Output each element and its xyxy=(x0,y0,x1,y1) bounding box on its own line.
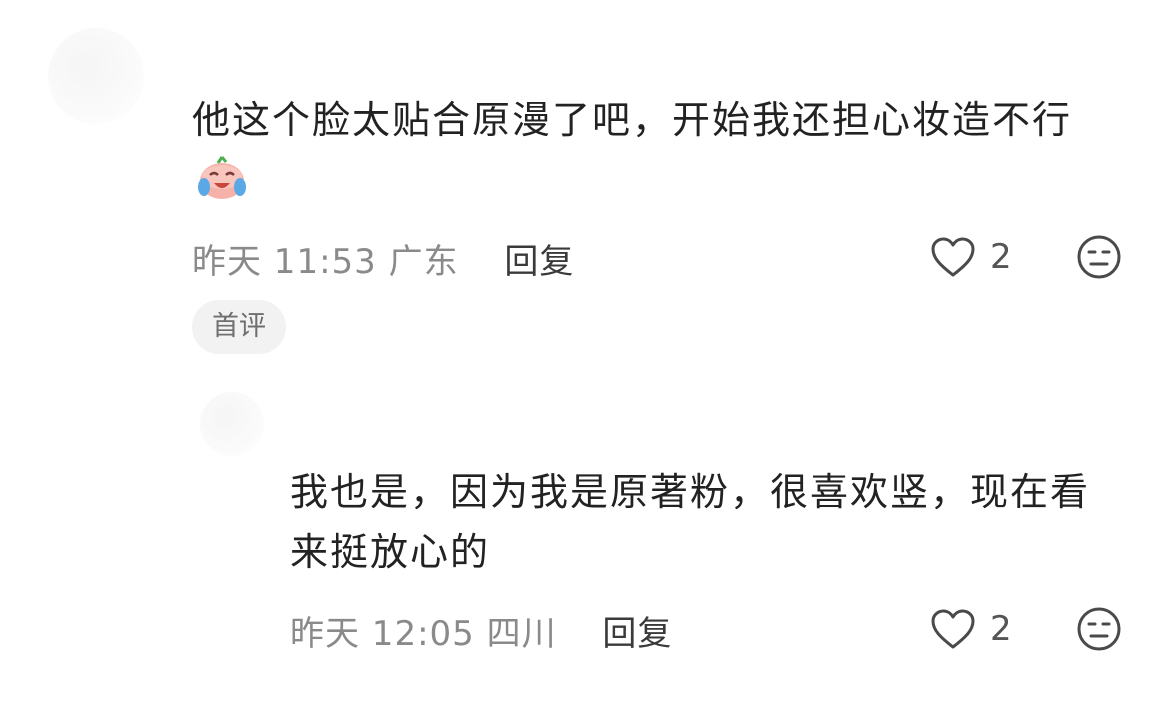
heart-outline-icon xyxy=(931,609,975,649)
avatar[interactable] xyxy=(48,28,144,124)
like-button[interactable]: 2 xyxy=(930,608,1012,650)
reply-button[interactable]: 回复 xyxy=(602,614,672,654)
reply-button[interactable]: 回复 xyxy=(504,242,574,282)
comment-time: 昨天 11:53 xyxy=(192,242,377,282)
dislike-button[interactable] xyxy=(1076,234,1122,280)
laughing-crying-emoji-icon xyxy=(196,153,248,201)
reply-text: 我也是，因为我是原著粉，很喜欢竖，现在看来挺放心的 xyxy=(290,470,1091,574)
heart-outline-icon xyxy=(931,237,975,277)
reply-meta: 昨天 12:05 四川 回复 xyxy=(290,606,672,655)
avatar[interactable] xyxy=(200,392,264,456)
unamused-face-icon xyxy=(1077,607,1121,651)
reply-location: 四川 xyxy=(486,614,557,654)
comment-body: 他这个脸太贴合原漫了吧，开始我还担心妆造不行 xyxy=(192,98,1073,142)
first-comment-badge: 首评 xyxy=(192,300,286,354)
comment-location: 广东 xyxy=(388,242,459,282)
comment-text: 他这个脸太贴合原漫了吧，开始我还担心妆造不行 xyxy=(192,90,1112,210)
like-count: 2 xyxy=(990,237,1012,277)
like-count: 2 xyxy=(990,609,1012,649)
dislike-button[interactable] xyxy=(1076,606,1122,652)
reply-time: 昨天 12:05 xyxy=(290,614,475,654)
comment-meta: 昨天 11:53 广东 回复 xyxy=(192,234,574,283)
like-button[interactable]: 2 xyxy=(930,236,1012,278)
unamused-face-icon xyxy=(1077,235,1121,279)
